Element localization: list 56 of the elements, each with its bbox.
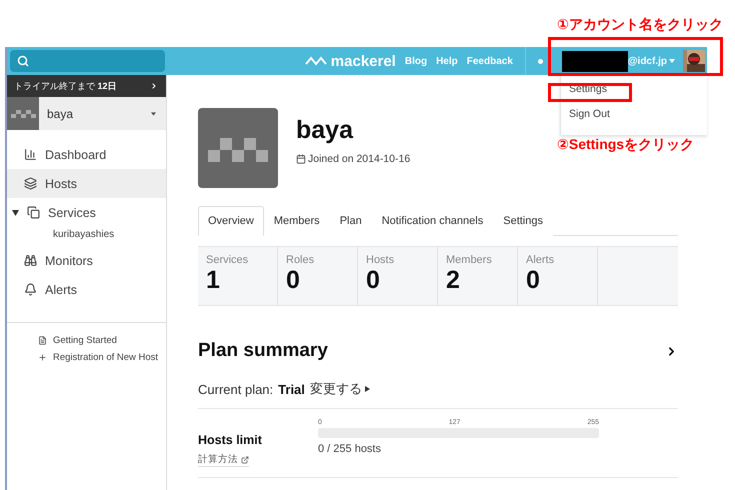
change-plan-link[interactable]: 変更する	[310, 380, 370, 398]
stat-value: 0	[366, 266, 381, 294]
joined-date: Joined on 2014-10-16	[308, 153, 410, 165]
stat-value: 0	[286, 266, 301, 294]
sidebar-item[interactable]: Hosts	[7, 169, 166, 198]
stat-label: Hosts	[366, 254, 396, 266]
organization-selector[interactable]: baya	[7, 97, 166, 130]
search-icon	[17, 55, 29, 67]
tab[interactable]: Overview	[198, 206, 264, 236]
trial-banner[interactable]: トライアル終了まで 12日	[7, 75, 166, 97]
sidebar-item[interactable]: Monitors	[7, 246, 166, 275]
chevron-icon	[150, 82, 158, 90]
chart-icon	[24, 148, 37, 161]
caret-icon	[151, 112, 156, 116]
document-icon	[38, 336, 47, 345]
stat-value: 2	[446, 266, 461, 294]
sidebar-item[interactable]: Services	[7, 198, 166, 227]
help-link[interactable]: 計算方法	[198, 453, 249, 467]
stat-label: Members	[446, 254, 493, 266]
stat-label: Roles	[286, 254, 316, 266]
calendar-icon	[296, 154, 306, 164]
logo-text: mackerel	[330, 52, 396, 70]
redaction-bar	[562, 50, 628, 72]
sidebar-item[interactable]: Dashboard	[7, 140, 166, 169]
annotation-text: ②Settingsをクリック	[557, 136, 694, 154]
section-title: Plan summary	[198, 340, 328, 362]
hosts-count: 0 / 255 hosts	[318, 443, 382, 455]
sidebar-link[interactable]: Registration of New Host	[38, 352, 166, 363]
trial-text: トライアル終了まで 12日	[14, 80, 117, 92]
hosts-limit-title: Hosts limit	[198, 433, 263, 447]
search-field[interactable]	[10, 50, 165, 72]
menu-item[interactable]: Sign Out	[561, 106, 707, 131]
stat-label: Alerts	[526, 254, 556, 266]
dot-icon	[538, 58, 543, 64]
caret-icon	[364, 386, 370, 392]
stat-label: Services	[206, 254, 250, 266]
stat-value: 1	[206, 266, 221, 294]
plan-name: Trial	[278, 382, 305, 396]
stat-value: 0	[526, 266, 541, 294]
sidebar-subitem[interactable]: kuribayashies	[7, 227, 166, 246]
organization-avatar	[7, 97, 39, 130]
expanded-triangle-icon[interactable]	[12, 209, 19, 216]
plus-icon	[38, 353, 47, 362]
stacked-windows-icon	[27, 206, 40, 219]
organization-name: baya	[47, 106, 74, 120]
layers-icon	[24, 177, 37, 190]
caret-icon	[669, 59, 675, 63]
organization-name: baya	[296, 116, 354, 145]
annotation-text: ①アカウント名をクリック	[557, 16, 723, 34]
wave-icon	[304, 56, 327, 66]
sidebar-item[interactable]: Alerts	[7, 275, 166, 304]
bell-icon	[24, 283, 37, 296]
current-plan-label: Current plan:	[198, 382, 274, 396]
external-link-icon	[241, 456, 249, 464]
sidebar-link[interactable]: Getting Started	[38, 335, 166, 346]
binoculars-icon	[24, 254, 37, 267]
